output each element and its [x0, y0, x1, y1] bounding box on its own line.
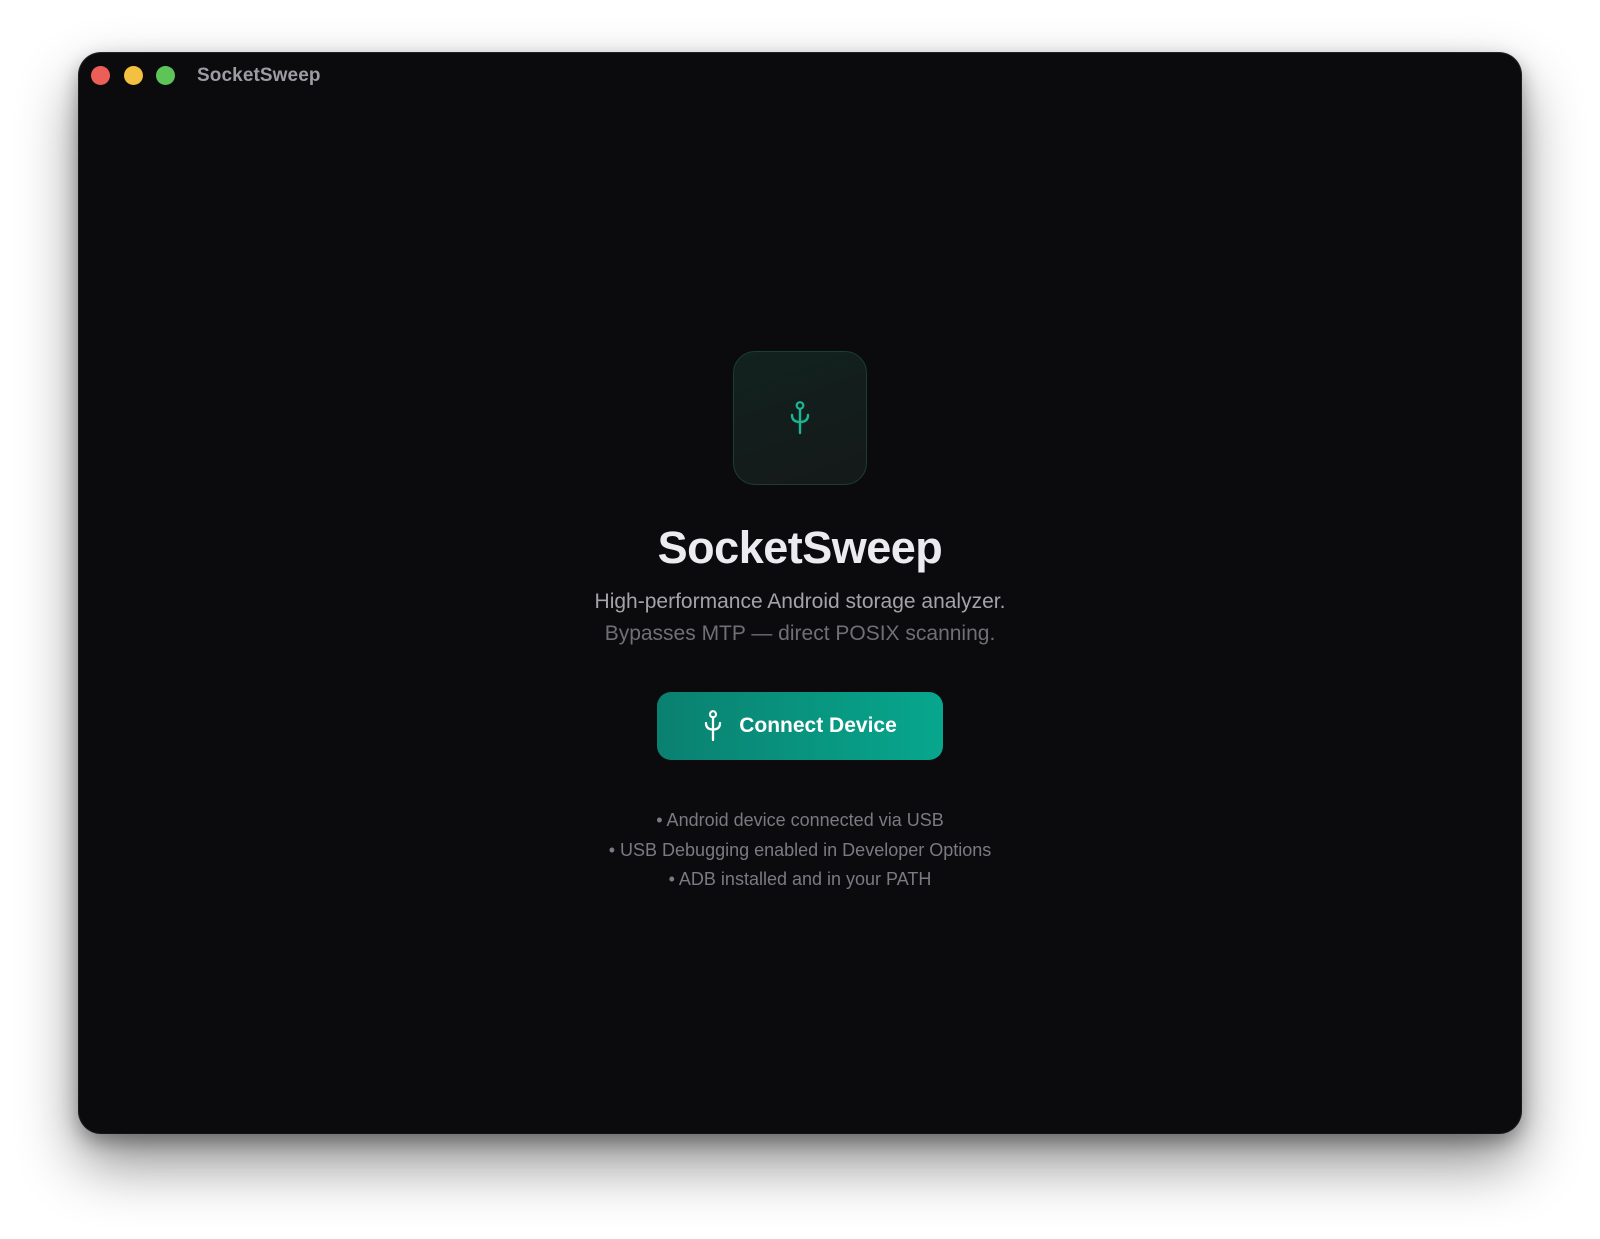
connect-device-button[interactable]: Connect Device	[657, 692, 943, 760]
maximize-window-button[interactable]	[156, 66, 175, 85]
app-title: SocketSweep	[657, 522, 943, 573]
minimize-window-button[interactable]	[124, 66, 143, 85]
requirement-item: • Android device connected via USB	[656, 810, 944, 830]
app-window: SocketSweep SocketSweep High-performance…	[79, 53, 1521, 1133]
requirement-item: • USB Debugging enabled in Developer Opt…	[608, 839, 992, 860]
tagline-primary: High-performance Android storage analyze…	[594, 590, 1006, 613]
close-window-button[interactable]	[91, 66, 110, 85]
requirement-item: • ADB installed and in your PATH	[668, 869, 932, 889]
usb-icon	[790, 401, 810, 435]
connect-device-label: Connect Device	[739, 714, 897, 737]
welcome-panel: SocketSweep High-performance Android sto…	[79, 351, 1521, 911]
title-bar: SocketSweep	[79, 53, 1521, 97]
usb-icon	[705, 710, 722, 742]
window-title: SocketSweep	[197, 65, 321, 86]
tagline-secondary: Bypasses MTP — direct POSIX scanning.	[604, 622, 996, 645]
requirements-list: • Android device connected via USB • USB…	[79, 806, 1521, 895]
app-icon-tile	[733, 351, 867, 485]
